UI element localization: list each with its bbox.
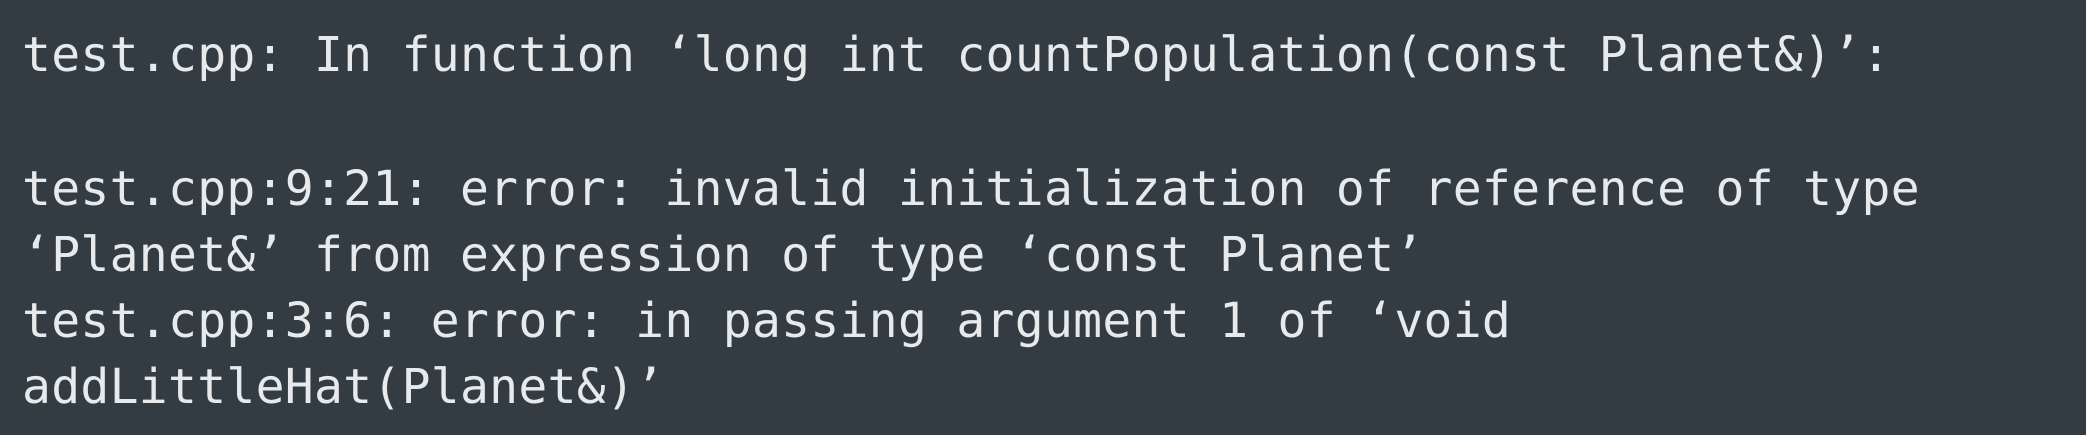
error-line: test.cpp:3:6: error: in passing argument… [22,293,1512,349]
terminal-output: test.cpp: In function ‘long int countPop… [0,0,2086,435]
compiler-context-line: test.cpp: In function ‘long int countPop… [22,27,1891,83]
error-line: test.cpp:9:21: error: invalid initializa… [22,161,1920,217]
error-line-continuation: addLittleHat(Planet&)’ [22,359,665,415]
error-line-continuation: ‘Planet&’ from expression of type ‘const… [22,227,1424,283]
